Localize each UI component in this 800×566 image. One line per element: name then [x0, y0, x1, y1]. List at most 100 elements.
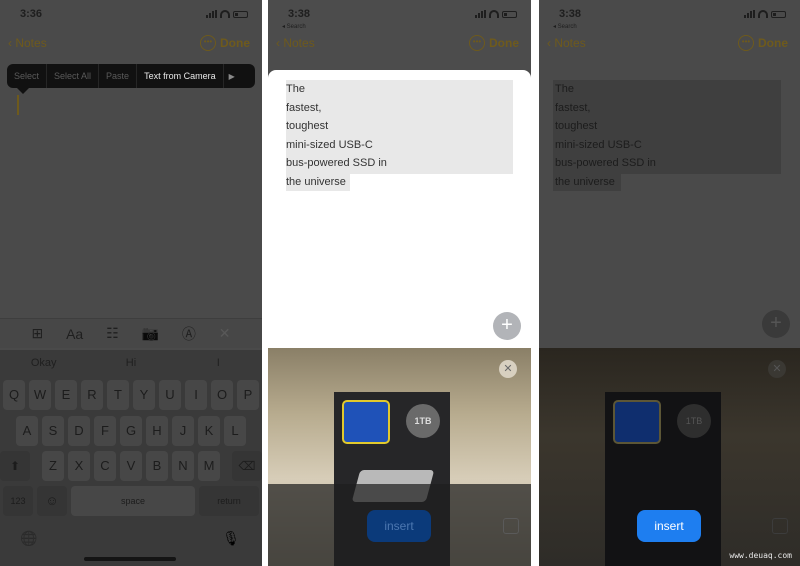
status-time: 3:38 — [288, 8, 311, 20]
close-icon[interactable]: ✕ — [499, 360, 517, 378]
captured-line: The — [555, 83, 574, 95]
close-icon[interactable]: ✕ — [768, 360, 786, 378]
menu-item-text-from-camera[interactable]: Text from Camera — [137, 64, 224, 88]
delete-key[interactable]: ⌫ — [232, 451, 262, 481]
captured-line: the universe — [286, 175, 346, 188]
captured-line: bus-powered SSD in — [286, 157, 387, 169]
signal-icon — [744, 10, 755, 18]
key-r[interactable]: R — [81, 380, 103, 410]
wifi-icon — [220, 10, 230, 18]
key-g[interactable]: G — [120, 416, 142, 446]
status-time: 3:36 — [20, 8, 43, 20]
globe-icon[interactable]: 🌐 — [20, 530, 37, 547]
text-cursor — [17, 95, 19, 115]
captured-line: fastest, — [555, 101, 591, 114]
close-icon[interactable]: ✕ — [219, 325, 231, 342]
return-key[interactable]: return — [199, 486, 259, 516]
back-to-search[interactable]: ◂ Search — [282, 23, 306, 30]
suggestion[interactable]: Okay — [0, 350, 87, 376]
ellipsis-circle-icon[interactable]: ••• — [738, 35, 754, 51]
back-label: Notes — [15, 36, 47, 50]
space-key[interactable]: space — [71, 486, 195, 516]
key-a[interactable]: A — [16, 416, 38, 446]
markup-icon[interactable]: Ⓐ — [182, 324, 196, 344]
table-icon[interactable]: ⊞ — [31, 325, 43, 342]
key-h[interactable]: H — [146, 416, 168, 446]
wifi-icon — [758, 10, 768, 18]
key-k[interactable]: K — [198, 416, 220, 446]
camera-viewfinder: 1TB ✕ insert www.deuaq.com — [539, 348, 800, 566]
key-q[interactable]: Q — [3, 380, 25, 410]
capacity-badge: 1TB — [406, 404, 440, 438]
ellipsis-circle-icon[interactable]: ••• — [200, 35, 216, 51]
key-d[interactable]: D — [68, 416, 90, 446]
captured-text: The fastest, toughest mini-sized USB-C b… — [286, 80, 387, 191]
key-n[interactable]: N — [172, 451, 194, 481]
key-b[interactable]: B — [146, 451, 168, 481]
emoji-key[interactable]: ☺ — [37, 486, 67, 516]
key-w[interactable]: W — [29, 380, 51, 410]
captured-line: the universe — [555, 175, 615, 188]
key-u[interactable]: U — [159, 380, 181, 410]
shift-key[interactable]: ⬆ — [0, 451, 30, 481]
back-label: Notes — [283, 36, 315, 50]
key-m[interactable]: M — [198, 451, 220, 481]
key-x[interactable]: X — [68, 451, 90, 481]
capacity-badge: 1TB — [677, 404, 711, 438]
back-button[interactable]: ‹ Notes — [8, 36, 47, 50]
checklist-icon[interactable]: ☷ — [106, 325, 119, 342]
back-to-search[interactable]: ◂ Search — [553, 23, 577, 30]
insert-button[interactable]: insert — [367, 510, 431, 542]
format-toolbar: ⊞ Aa ☷ 📷 Ⓐ ✕ — [0, 318, 262, 348]
captured-line: bus-powered SSD in — [555, 157, 656, 169]
insert-button[interactable]: insert — [637, 510, 701, 542]
text-style-icon[interactable]: Aa — [66, 326, 83, 342]
menu-item-select-all[interactable]: Select All — [47, 64, 100, 88]
back-button[interactable]: ‹ Notes — [276, 36, 315, 50]
text-scan-icon[interactable] — [772, 518, 788, 534]
camera-viewfinder: 1TB ✕ insert — [268, 348, 531, 566]
key-t[interactable]: T — [107, 380, 129, 410]
key-v[interactable]: V — [120, 451, 142, 481]
menu-more-arrow-icon[interactable]: ▶ — [224, 72, 240, 81]
key-i[interactable]: I — [185, 380, 207, 410]
numbers-key[interactable]: 123 — [3, 486, 33, 516]
text-scan-icon[interactable] — [503, 518, 519, 534]
key-l[interactable]: L — [224, 416, 246, 446]
done-button[interactable]: Done — [220, 36, 250, 50]
key-c[interactable]: C — [94, 451, 116, 481]
key-y[interactable]: Y — [133, 380, 155, 410]
camera-icon[interactable]: 📷 — [142, 325, 159, 342]
microphone-icon[interactable]: 🎙 — [222, 530, 240, 547]
done-button[interactable]: Done — [758, 36, 788, 50]
key-z[interactable]: Z — [42, 451, 64, 481]
battery-icon — [502, 10, 517, 18]
nav-bar: ‹ Notes ••• Done — [0, 35, 262, 52]
menu-item-select[interactable]: Select — [7, 64, 48, 88]
menu-item-paste[interactable]: Paste — [99, 64, 138, 88]
keyboard: QWERTYUIOP ASDFGHJKL ⬆ ZXCVBNM ⌫ 123 ☺ s… — [0, 376, 262, 566]
nav-bar: ‹ Notes ••• Done — [539, 35, 800, 52]
done-button[interactable]: Done — [489, 36, 519, 50]
battery-icon — [233, 10, 248, 18]
captured-line: toughest — [555, 120, 598, 132]
add-button[interactable]: + — [493, 312, 521, 340]
capture-sheet: The fastest, toughest mini-sized USB-C b… — [268, 70, 531, 350]
key-s[interactable]: S — [42, 416, 64, 446]
suggestion[interactable]: Hi — [87, 350, 174, 376]
status-icons — [744, 10, 786, 18]
status-bar: 3:36 — [0, 8, 262, 26]
home-indicator — [84, 557, 176, 561]
key-j[interactable]: J — [172, 416, 194, 446]
key-o[interactable]: O — [211, 380, 233, 410]
key-f[interactable]: F — [94, 416, 116, 446]
suggestion[interactable]: I — [175, 350, 262, 376]
status-icons — [206, 10, 248, 18]
key-p[interactable]: P — [237, 380, 259, 410]
ellipsis-circle-icon[interactable]: ••• — [469, 35, 485, 51]
key-e[interactable]: E — [55, 380, 77, 410]
panel-insert-text: 3:38 ◂ Search ‹ Notes ••• Done The faste… — [539, 0, 800, 566]
status-bar: 3:38 ◂ Search — [539, 8, 800, 30]
add-button[interactable]: + — [762, 310, 790, 338]
back-button[interactable]: ‹ Notes — [547, 36, 586, 50]
